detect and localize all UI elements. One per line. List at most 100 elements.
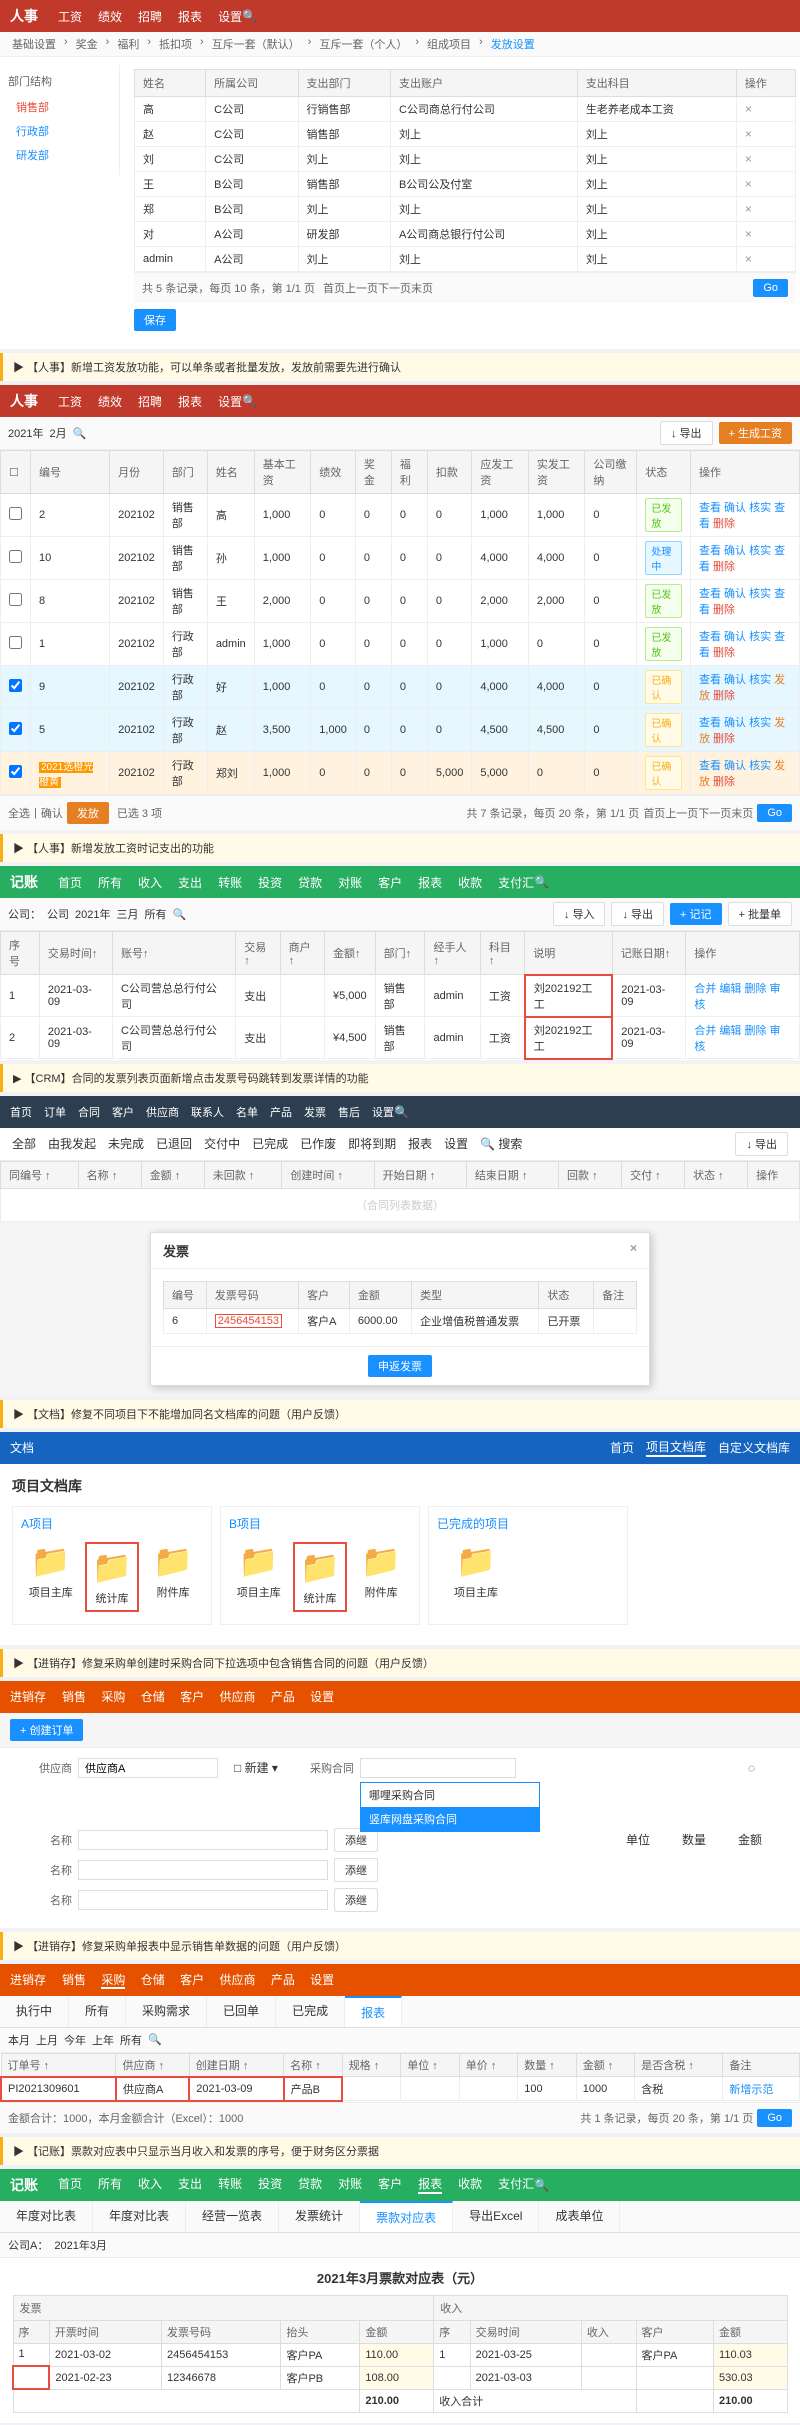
action-confirm[interactable]: 确认 <box>724 502 746 514</box>
tab-annual2[interactable]: 年度对比表 <box>93 2201 186 2232</box>
sn-settings[interactable]: 设置 <box>444 1135 468 1152</box>
filter-thisyear[interactable]: 今年 <box>64 2032 86 2048</box>
action-verify[interactable]: 核实 <box>749 631 771 643</box>
nav2-recruit[interactable]: 招聘 <box>138 393 162 410</box>
row-check[interactable] <box>9 550 22 563</box>
tab-demand[interactable]: 采购需求 <box>126 1996 207 2027</box>
crm-supplier[interactable]: 供应商 <box>146 1104 179 1120</box>
row-check[interactable] <box>9 765 22 778</box>
page-first[interactable]: 首页 <box>323 280 345 296</box>
nav2-settings[interactable]: 设置 <box>218 393 242 410</box>
acc-nav-expense[interactable]: 支出 <box>178 874 202 891</box>
action-confirm[interactable]: 确认 <box>724 631 746 643</box>
crm-contract[interactable]: 合同 <box>78 1104 100 1120</box>
action-view[interactable]: 查看 <box>699 631 721 643</box>
inv-nav-supplier[interactable]: 供应商 <box>219 1690 255 1704</box>
ledger-year-month[interactable]: 2021年3月 <box>54 2237 107 2253</box>
tab-all[interactable]: 所有 <box>69 1996 126 2027</box>
acc-nav-home[interactable]: 首页 <box>58 874 82 891</box>
p-next[interactable]: 下一页 <box>698 805 731 821</box>
action-edit[interactable]: 编辑 <box>719 983 741 995</box>
delete-btn[interactable]: × <box>745 127 752 141</box>
acc-nav-transfer[interactable]: 转账 <box>218 874 242 891</box>
action-verify[interactable]: 核实 <box>749 545 771 557</box>
page-prev[interactable]: 上一页 <box>345 280 378 296</box>
tab-executing[interactable]: 执行中 <box>0 1996 69 2027</box>
ln-home[interactable]: 首页 <box>58 2175 82 2194</box>
nav2-salary[interactable]: 工资 <box>58 393 82 410</box>
apply-invoice-btn[interactable]: 申返发票 <box>368 1355 432 1377</box>
action-verify[interactable]: 核实 <box>749 588 771 600</box>
folder-main-b[interactable]: 📁 项目主库 <box>233 1542 285 1612</box>
crm-order[interactable]: 订单 <box>44 1104 66 1120</box>
tab-unit[interactable]: 成表单位 <box>539 2201 620 2232</box>
acc-nav-income[interactable]: 收入 <box>138 874 162 891</box>
ln-reconcile[interactable]: 对账 <box>338 2175 362 2194</box>
sn-returned[interactable]: 已退回 <box>156 1135 192 1152</box>
delete-btn[interactable]: × <box>745 202 752 216</box>
ln-invest[interactable]: 投资 <box>258 2175 282 2194</box>
tab-export-excel[interactable]: 导出Excel <box>453 2201 539 2232</box>
search-icon-8[interactable]: 🔍 <box>534 2178 549 2192</box>
inv2-nav-client[interactable]: 客户 <box>180 1973 204 1987</box>
nav-report[interactable]: 报表 <box>178 8 202 25</box>
nav-settings[interactable]: 设置 <box>218 8 242 25</box>
delete-btn[interactable]: × <box>745 102 752 116</box>
action-verify[interactable]: 核实 <box>749 760 771 772</box>
inv2-nav-warehouse[interactable]: 仓储 <box>141 1973 165 1987</box>
inv-nav-product[interactable]: 产品 <box>271 1690 295 1704</box>
action-confirm[interactable]: 确认 <box>724 760 746 772</box>
folder-stats-a[interactable]: 📁 统计库 <box>85 1542 140 1612</box>
tab-overview[interactable]: 经营一览表 <box>186 2201 279 2232</box>
action-view[interactable]: 查看 <box>699 717 721 729</box>
item-name-input-2[interactable] <box>78 1860 328 1880</box>
crm-product[interactable]: 产品 <box>270 1104 292 1120</box>
add-item-btn-2[interactable]: 添继 <box>334 1858 378 1882</box>
acc-all[interactable]: 所有 <box>144 906 166 922</box>
search-icon-1[interactable]: 🔍 <box>242 9 257 23</box>
sn-all[interactable]: 全部 <box>12 1135 36 1152</box>
item-name-input-3[interactable] <box>78 1890 328 1910</box>
action-confirm[interactable]: 确认 <box>724 674 746 686</box>
acc-nav-loan[interactable]: 贷款 <box>298 874 322 891</box>
inv-nav-client[interactable]: 客户 <box>180 1690 204 1704</box>
nav-recruit[interactable]: 招聘 <box>138 8 162 25</box>
inv-nav-settings[interactable]: 设置 <box>310 1690 334 1704</box>
nav2-perf[interactable]: 绩效 <box>98 393 122 410</box>
action-view[interactable]: 查看 <box>699 674 721 686</box>
ln-all[interactable]: 所有 <box>98 2175 122 2194</box>
confirm-btn[interactable]: 确认 <box>41 805 63 821</box>
tab-annual[interactable]: 年度对比表 <box>0 2201 93 2232</box>
modal-close-btn[interactable]: × <box>630 1241 637 1260</box>
action-delete[interactable]: 删除 <box>713 733 735 745</box>
ln-loan[interactable]: 贷款 <box>298 2175 322 2194</box>
tab-invoice-stat[interactable]: 发票统计 <box>279 2201 360 2232</box>
p-prev[interactable]: 上一页 <box>665 805 698 821</box>
tab-done[interactable]: 已完成 <box>276 1996 345 2027</box>
p-first[interactable]: 首页 <box>643 805 665 821</box>
sn-search[interactable]: 🔍 搜索 <box>480 1135 522 1152</box>
doc-nav-project[interactable]: 项目文档库 <box>646 1438 706 1457</box>
action-delete[interactable]: 删除 <box>713 647 735 659</box>
release-btn[interactable]: 发放 <box>67 802 109 824</box>
nav-performance[interactable]: 绩效 <box>98 8 122 25</box>
acc-nav-pay[interactable]: 支付汇 <box>498 874 534 891</box>
action-view[interactable]: 查看 <box>699 760 721 772</box>
ln-transfer[interactable]: 转账 <box>218 2175 242 2194</box>
search-icon-2[interactable]: 🔍 <box>242 394 257 408</box>
filter-lastmonth[interactable]: 上月 <box>36 2032 58 2048</box>
sn-done[interactable]: 已完成 <box>252 1135 288 1152</box>
crm-contact[interactable]: 联系人 <box>191 1104 224 1120</box>
action-confirm[interactable]: 确认 <box>724 717 746 729</box>
folder-stats-b[interactable]: 📁 统计库 <box>293 1542 348 1612</box>
batch-btn[interactable]: + 批量单 <box>728 902 792 926</box>
action-verify[interactable]: 核实 <box>749 674 771 686</box>
sn-report[interactable]: 报表 <box>408 1135 432 1152</box>
nav-salary[interactable]: 工资 <box>58 8 82 25</box>
inv2-nav-product[interactable]: 产品 <box>271 1973 295 1987</box>
nav2-report[interactable]: 报表 <box>178 393 202 410</box>
folder-attach-a[interactable]: 📁 附件库 <box>147 1542 199 1612</box>
dept-admin[interactable]: 行政部 <box>8 119 111 143</box>
tab-report[interactable]: 报表 <box>345 1996 402 2027</box>
ln-income[interactable]: 收入 <box>138 2175 162 2194</box>
